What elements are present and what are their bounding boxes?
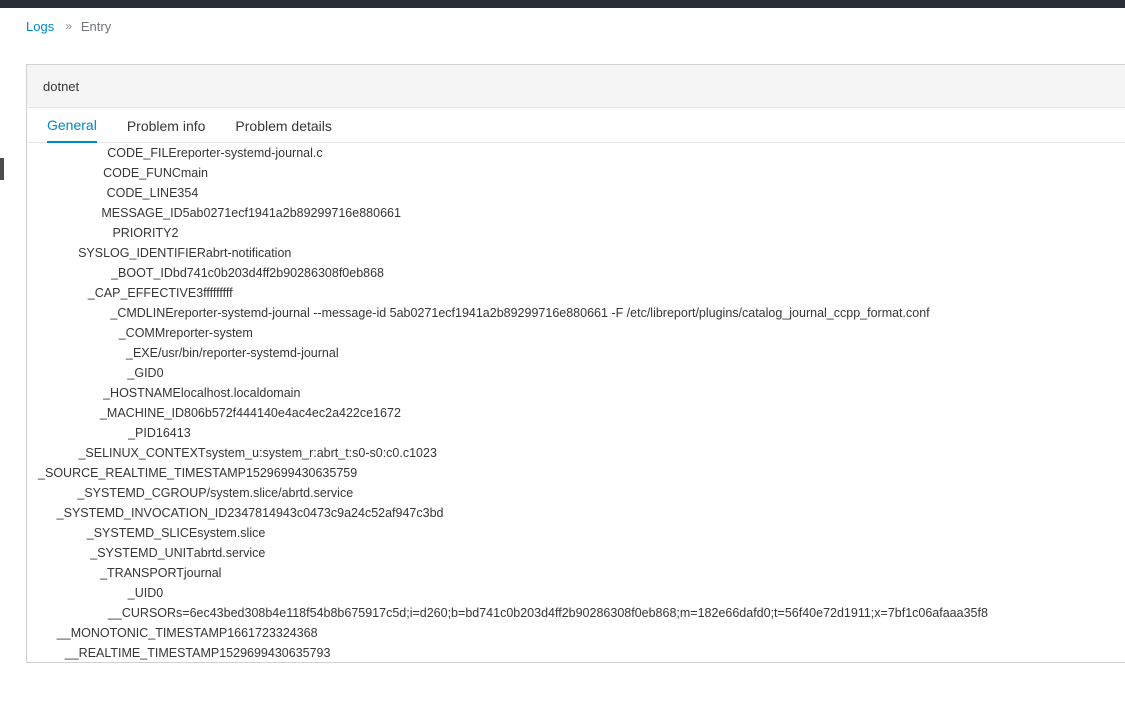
- field-value: /usr/bin/reporter-systemd-journal: [157, 346, 339, 360]
- field-value: journal: [183, 566, 222, 580]
- field-key: _UID: [127, 586, 157, 600]
- field-key: _TRANSPORT: [100, 566, 184, 580]
- field-row: _TRANSPORT journal: [27, 563, 1125, 583]
- field-row: _HOSTNAME localhost.localdomain: [27, 383, 1125, 403]
- entry-card: dotnet General Problem info Problem deta…: [26, 64, 1125, 663]
- field-value: 0: [156, 366, 164, 380]
- field-key: CODE_LINE: [106, 186, 178, 200]
- field-key: _EXE: [126, 346, 158, 360]
- sidebar-edge: [0, 158, 4, 180]
- field-value: abrtd.service: [193, 546, 266, 560]
- tab-general[interactable]: General: [47, 108, 97, 143]
- field-value: 5ab0271ecf1941a2b89299716e880661: [182, 206, 401, 220]
- field-value: 16413: [155, 426, 191, 440]
- field-row: _PID 16413: [27, 423, 1125, 443]
- field-row: __MONOTONIC_TIMESTAMP 1661723324368: [27, 623, 1125, 643]
- field-key: PRIORITY: [112, 226, 172, 240]
- field-key: CODE_FUNC: [103, 166, 181, 180]
- tab-problem-details[interactable]: Problem details: [235, 108, 332, 143]
- field-row: _CMDLINE reporter-systemd-journal --messa…: [27, 303, 1125, 323]
- field-key: __REALTIME_TIMESTAMP: [64, 646, 220, 660]
- field-row: _SYSTEMD_SLICE system.slice: [27, 523, 1125, 543]
- field-row: _CAP_EFFECTIVE 3fffffffff: [27, 283, 1125, 303]
- tab-bar: General Problem info Problem details: [27, 108, 1125, 143]
- field-key: _COMM: [118, 326, 166, 340]
- card-title: dotnet: [43, 78, 80, 94]
- field-value: /system.slice/abrtd.service: [206, 486, 354, 500]
- field-key: __MONOTONIC_TIMESTAMP: [56, 626, 228, 640]
- field-row: MESSAGE_ID 5ab0271ecf1941a2b89299716e8806…: [27, 203, 1125, 223]
- field-row: __CURSOR s=6ec43bed308b4e118f54b8b675917c…: [27, 603, 1125, 623]
- field-key: _SYSTEMD_UNIT: [90, 546, 194, 560]
- field-key: _HOSTNAME: [103, 386, 181, 400]
- breadcrumb-logs-link[interactable]: Logs: [26, 19, 54, 34]
- field-row: _SELINUX_CONTEXT system_u:system_r:abrt_t…: [27, 443, 1125, 463]
- field-key: _BOOT_ID: [111, 266, 173, 280]
- field-value: reporter-systemd-journal --message-id 5a…: [173, 306, 930, 320]
- field-key: __CURSOR: [107, 606, 177, 620]
- field-row: SYSLOG_IDENTIFIER abrt-notification: [27, 243, 1125, 263]
- field-value: localhost.localdomain: [180, 386, 301, 400]
- field-row: _GID 0: [27, 363, 1125, 383]
- breadcrumb-separator-icon: »: [65, 19, 72, 33]
- field-key: _SYSTEMD_CGROUP: [77, 486, 207, 500]
- field-row: _UID 0: [27, 583, 1125, 603]
- field-value: bd741c0b203d4ff2b90286308f0eb868: [172, 266, 385, 280]
- field-key: _CAP_EFFECTIVE: [87, 286, 197, 300]
- field-key: _SYSTEMD_INVOCATION_ID: [56, 506, 228, 520]
- field-value: 0: [156, 586, 164, 600]
- field-key: CODE_FILE: [107, 146, 177, 160]
- field-row: _EXE/usr/bin/reporter-systemd-journal: [27, 343, 1125, 363]
- field-row: _MACHINE_ID 806b572f444140e4ac4ec2a422ce1…: [27, 403, 1125, 423]
- field-row: _SYSTEMD_INVOCATION_ID 2347814943c0473c9a…: [27, 503, 1125, 523]
- field-row: __REALTIME_TIMESTAMP 1529699430635793: [27, 643, 1125, 663]
- field-key: _SELINUX_CONTEXT: [78, 446, 206, 460]
- field-key: _GID: [127, 366, 157, 380]
- field-row: CODE_FILE reporter-systemd-journal.c: [27, 143, 1125, 163]
- tab-problem-info[interactable]: Problem info: [127, 108, 206, 143]
- field-row: _SYSTEMD_CGROUP/system.slice/abrtd.servi…: [27, 483, 1125, 503]
- top-bar: [0, 0, 1125, 8]
- field-value: 806b572f444140e4ac4ec2a422ce1672: [184, 406, 401, 420]
- breadcrumb: Logs » Entry: [26, 17, 111, 35]
- field-value: reporter-system: [165, 326, 253, 340]
- field-value: main: [180, 166, 208, 180]
- breadcrumb-current: Entry: [80, 18, 112, 34]
- card-header: dotnet: [27, 65, 1125, 108]
- field-key: MESSAGE_ID: [101, 206, 183, 220]
- field-row: CODE_FUNC main: [27, 163, 1125, 183]
- field-value: 354: [177, 186, 199, 200]
- field-value: 1529699430635759: [245, 466, 358, 480]
- field-value: 1529699430635793: [219, 646, 331, 660]
- field-row: _COMM reporter-system: [27, 323, 1125, 343]
- field-row: _BOOT_ID bd741c0b203d4ff2b90286308f0eb868: [27, 263, 1125, 283]
- field-value: abrt-notification: [205, 246, 292, 260]
- field-value: s=6ec43bed308b4e118f54b8b675917c5d;i=d26…: [176, 606, 988, 620]
- field-value: 2347814943c0473c9a24c52af947c3bd: [227, 506, 444, 520]
- field-value: system.slice: [197, 526, 266, 540]
- field-key: _CMDLINE: [110, 306, 174, 320]
- field-value: system_u:system_r:abrt_t:s0-s0:c0.c1023: [205, 446, 437, 460]
- field-key: _PID: [128, 426, 156, 440]
- field-key: _SYSTEMD_SLICE: [86, 526, 198, 540]
- field-key: _MACHINE_ID: [99, 406, 185, 420]
- field-key: _SOURCE_REALTIME_TIMESTAMP: [38, 466, 246, 480]
- field-row: _SYSTEMD_UNIT abrtd.service: [27, 543, 1125, 563]
- field-value: reporter-systemd-journal.c: [176, 146, 323, 160]
- field-row: CODE_LINE 354: [27, 183, 1125, 203]
- field-row: PRIORITY 2: [27, 223, 1125, 243]
- field-value: 3fffffffff: [196, 286, 233, 300]
- field-key: SYSLOG_IDENTIFIER: [78, 246, 206, 260]
- field-value: 2: [171, 226, 179, 240]
- field-row: _SOURCE_REALTIME_TIMESTAMP 15296994306357…: [27, 463, 1125, 483]
- field-value: 1661723324368: [227, 626, 318, 640]
